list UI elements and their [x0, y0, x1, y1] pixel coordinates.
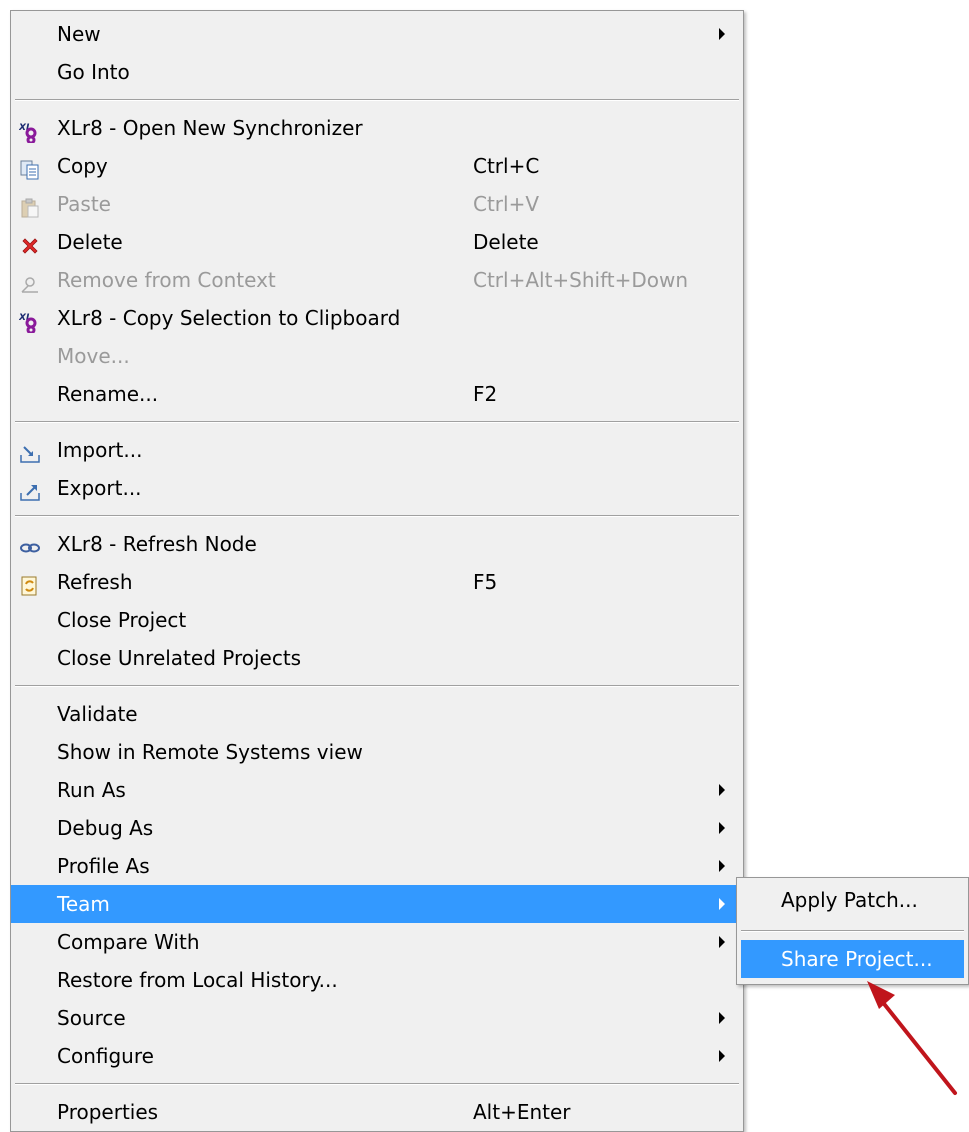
- menu-item-close-project[interactable]: Close Project: [11, 601, 743, 639]
- menu-item-label: Close Unrelated Projects: [57, 646, 302, 670]
- menu-item-label: Debug As: [57, 816, 154, 840]
- menu-item-label: Restore from Local History...: [57, 968, 338, 992]
- menu-item-label: Delete: [57, 230, 123, 254]
- menu-item-label: Refresh: [57, 570, 133, 594]
- submenu-arrow-icon: [719, 28, 725, 40]
- menu-item-label: Validate: [57, 702, 138, 726]
- menu-item-source[interactable]: Source: [11, 999, 743, 1037]
- submenu-arrow-icon: [719, 784, 725, 796]
- menu-item-paste[interactable]: Paste Ctrl+V: [11, 185, 743, 223]
- menu-item-new[interactable]: New: [11, 15, 743, 53]
- delete-icon: [19, 231, 41, 254]
- menu-item-rename[interactable]: Rename... F2: [11, 375, 743, 413]
- menu-item-label: Paste: [57, 192, 111, 216]
- menu-item-label: Remove from Context: [57, 268, 276, 292]
- menu-item-shortcut: Ctrl+C: [473, 154, 540, 178]
- menu-item-label: Profile As: [57, 854, 150, 878]
- menu-separator: [11, 91, 743, 109]
- menu-item-shortcut: Ctrl+Alt+Shift+Down: [473, 268, 689, 292]
- menu-item-label: XLr8 - Copy Selection to Clipboard: [57, 306, 401, 330]
- menu-item-remove-from-context[interactable]: Remove from Context Ctrl+Alt+Shift+Down: [11, 261, 743, 299]
- menu-item-shortcut: Alt+Enter: [473, 1100, 571, 1124]
- menu-item-shortcut: Delete: [473, 230, 539, 254]
- remove-context-icon: [19, 269, 41, 293]
- menu-item-label: Close Project: [57, 608, 187, 632]
- menu-item-xlr8-refresh-node[interactable]: XLr8 - Refresh Node: [11, 525, 743, 563]
- menu-item-label: Export...: [57, 476, 142, 500]
- menu-item-label: Show in Remote Systems view: [57, 740, 363, 764]
- menu-separator: [11, 677, 743, 695]
- menu-item-close-unrelated-projects[interactable]: Close Unrelated Projects: [11, 639, 743, 677]
- menu-item-copy[interactable]: Copy Ctrl+C: [11, 147, 743, 185]
- menu-item-shortcut: Ctrl+V: [473, 192, 540, 216]
- menu-item-label: Move...: [57, 344, 130, 368]
- menu-separator: [11, 413, 743, 431]
- menu-item-label: Properties: [57, 1100, 159, 1124]
- menu-item-validate[interactable]: Validate: [11, 695, 743, 733]
- submenu-arrow-icon: [719, 936, 725, 948]
- menu-item-export[interactable]: Export...: [11, 469, 743, 507]
- copy-icon: [19, 155, 41, 180]
- menu-item-profile-as[interactable]: Profile As: [11, 847, 743, 885]
- menu-item-restore-from-local-history[interactable]: Restore from Local History...: [11, 961, 743, 999]
- import-icon: [19, 439, 41, 463]
- menu-item-compare-with[interactable]: Compare With: [11, 923, 743, 961]
- menu-item-debug-as[interactable]: Debug As: [11, 809, 743, 847]
- annotation-arrow-icon: [867, 981, 957, 1095]
- submenu-arrow-icon: [719, 898, 725, 910]
- paste-icon: [19, 193, 41, 218]
- menu-item-label: Source: [57, 1006, 126, 1030]
- menu-item-run-as[interactable]: Run As: [11, 771, 743, 809]
- refresh-icon: [19, 571, 41, 596]
- menu-item-label: XLr8 - Open New Synchronizer: [57, 116, 363, 140]
- menu-item-properties[interactable]: Properties Alt+Enter: [11, 1093, 743, 1131]
- menu-item-team[interactable]: Team: [11, 885, 743, 923]
- context-menu-items: New Go Into XL XLr8 - Open New Synchronizer…: [11, 15, 743, 1131]
- menu-item-refresh[interactable]: Refresh F5: [11, 563, 743, 601]
- submenu-item-share-project[interactable]: Share Project...: [741, 940, 964, 978]
- xlr8-icon: XL: [18, 307, 41, 335]
- menu-item-show-in-remote-systems[interactable]: Show in Remote Systems view: [11, 733, 743, 771]
- menu-separator: [11, 507, 743, 525]
- menu-item-label: Compare With: [57, 930, 200, 954]
- menu-item-label: Run As: [57, 778, 126, 802]
- submenu-arrow-icon: [719, 1050, 725, 1062]
- submenu-item-label: Share Project...: [781, 947, 933, 971]
- team-submenu: Apply Patch... Share Project...: [736, 877, 969, 985]
- menu-item-import[interactable]: Import...: [11, 431, 743, 469]
- menu-item-delete[interactable]: Delete Delete: [11, 223, 743, 261]
- submenu-item-label: Apply Patch...: [781, 888, 918, 912]
- export-icon: [19, 477, 41, 501]
- menu-item-xlr8-copy-selection[interactable]: XL XLr8 - Copy Selection to Clipboard: [11, 299, 743, 337]
- submenu-separator: [741, 930, 964, 932]
- menu-item-label: Configure: [57, 1044, 154, 1068]
- menu-item-shortcut: F2: [473, 382, 498, 406]
- menu-item-label: Team: [57, 892, 110, 916]
- context-menu: New Go Into XL XLr8 - Open New Synchronizer…: [10, 10, 744, 1132]
- menu-item-label: Go Into: [57, 60, 130, 84]
- submenu-arrow-icon: [719, 860, 725, 872]
- submenu-item-apply-patch[interactable]: Apply Patch...: [741, 881, 964, 919]
- menu-item-go-into[interactable]: Go Into: [11, 53, 743, 91]
- menu-item-move[interactable]: Move...: [11, 337, 743, 375]
- menu-item-configure[interactable]: Configure: [11, 1037, 743, 1075]
- menu-item-label: XLr8 - Refresh Node: [57, 532, 257, 556]
- menu-item-label: Rename...: [57, 382, 159, 406]
- menu-item-label: Copy: [57, 154, 108, 178]
- xlr8-icon: XL: [18, 117, 41, 145]
- submenu-arrow-icon: [719, 1012, 725, 1024]
- menu-separator: [11, 1075, 743, 1093]
- menu-item-shortcut: F5: [473, 570, 498, 594]
- menu-item-label: New: [57, 22, 101, 46]
- submenu-arrow-icon: [719, 822, 725, 834]
- menu-item-label: Import...: [57, 438, 143, 462]
- menu-item-xlr8-open-new-synchronizer[interactable]: XL XLr8 - Open New Synchronizer: [11, 109, 743, 147]
- link-icon: [19, 533, 41, 555]
